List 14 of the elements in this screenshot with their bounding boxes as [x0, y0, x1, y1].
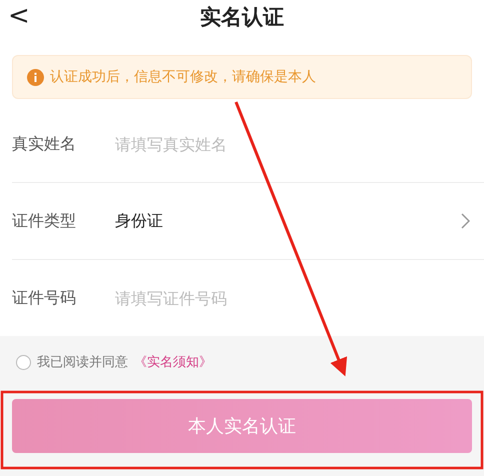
terms-link[interactable]: 《实名须知》 — [134, 353, 212, 371]
agree-text: 我已阅读并同意 — [37, 354, 128, 371]
field-label: 证件号码 — [12, 288, 77, 308]
field-label: 证件类型 — [12, 210, 77, 232]
chevron-right-icon — [461, 213, 470, 229]
input-field[interactable]: 请填写证件号码 — [115, 288, 315, 308]
notice-text: 认证成功后，信息不可修改，请确保是本人 — [50, 68, 316, 86]
page-title: 实名认证 — [200, 4, 284, 31]
field-label: 真实姓名 — [12, 134, 77, 154]
agree-radio[interactable] — [16, 354, 31, 370]
input-field[interactable]: 请填写真实姓名 — [115, 134, 315, 154]
select-field[interactable]: 身份证 — [115, 210, 484, 232]
back-button[interactable]: < — [4, 2, 34, 30]
info-icon — [27, 68, 44, 86]
